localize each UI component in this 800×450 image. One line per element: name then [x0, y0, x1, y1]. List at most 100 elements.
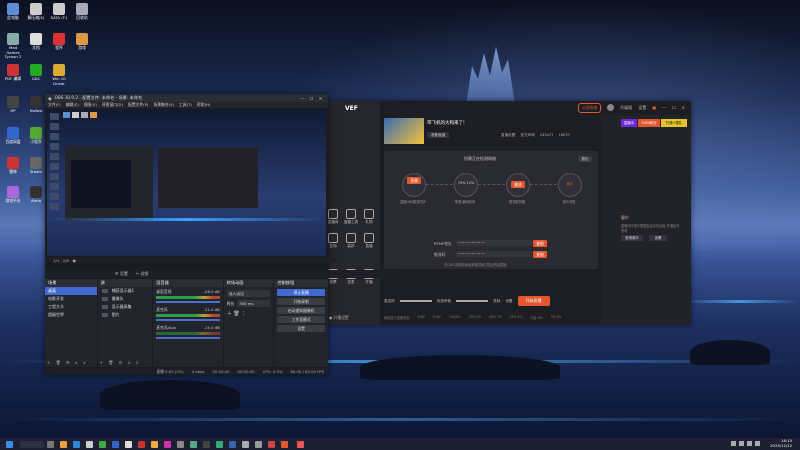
volume-slider[interactable] — [156, 319, 220, 321]
app-icon[interactable] — [297, 440, 304, 448]
upgrade-link[interactable]: 升级版 — [620, 105, 632, 111]
invite-button[interactable]: 邀请观众 — [621, 235, 643, 241]
obs-taskbar-icon[interactable] — [203, 440, 210, 448]
app-icon[interactable] — [216, 440, 223, 448]
task-view-icon[interactable] — [47, 440, 54, 448]
stop-streaming-button[interactable]: 停止直播 — [277, 289, 325, 296]
desktop-icon[interactable]: 小程序 — [25, 127, 47, 145]
minimize-icon[interactable]: — — [298, 96, 307, 101]
taskbar-search[interactable] — [20, 440, 44, 448]
desktop-icon[interactable]: GDC — [25, 64, 47, 82]
scene-item[interactable]: 超级世界 — [45, 311, 97, 319]
clock[interactable]: 18:15 2025/12/12 — [770, 438, 792, 448]
avatar[interactable] — [607, 104, 615, 111]
desktop-icon[interactable]: Mad Games Tycoon 2 — [2, 33, 24, 60]
desktop-icon[interactable]: 游戏 — [71, 33, 93, 51]
transition-add-icon[interactable]: ＋ 🗑 ⋮ — [227, 310, 271, 317]
mic-slider[interactable] — [399, 300, 432, 302]
close-icon[interactable]: ✕ — [316, 96, 325, 101]
app-icon[interactable] — [112, 440, 119, 448]
start-live-button[interactable]: 开始直播 — [517, 296, 550, 306]
stream-title[interactable]: 带飞机的大和来了! — [427, 120, 465, 126]
file-explorer-icon[interactable] — [60, 440, 67, 448]
settings-control[interactable]: 设置 — [505, 299, 512, 304]
app-icon[interactable] — [268, 440, 275, 448]
mic-control[interactable]: 麦克风 — [384, 299, 395, 304]
rtmp-input[interactable]: •••••••••••• — [456, 240, 532, 246]
menu-profile[interactable]: 配置文件(P) — [128, 102, 148, 108]
sidebar-footer[interactable]: ● 开播设置 — [329, 315, 349, 321]
stream-cover[interactable] — [384, 118, 424, 144]
maximize-icon[interactable]: ☐ — [672, 105, 676, 110]
properties-tab[interactable]: ⚙ 设置 — [115, 271, 128, 277]
sidebar-tool[interactable]: 礼物 — [359, 209, 379, 225]
app-icon[interactable] — [242, 440, 249, 448]
desktop-icon[interactable]: PDF 编辑 — [2, 64, 24, 82]
system-audio-control[interactable]: 系统声音 — [437, 299, 451, 304]
app-icon[interactable] — [138, 440, 145, 448]
app-icon[interactable] — [164, 440, 171, 448]
source-toolbar[interactable]: + 🗑 ⚙ ∧ ∨ — [100, 360, 141, 365]
menu-edit[interactable]: 编辑(E) — [66, 102, 79, 108]
menu-scene-collection[interactable]: 场景集合(S) — [153, 102, 174, 108]
windows-start-icon[interactable] — [6, 440, 13, 448]
transition-select[interactable]: 淡入淡出 — [226, 290, 271, 297]
source-item[interactable]: 捕获显示器1 — [98, 287, 153, 295]
studio-mode-button[interactable]: 工作室模式 — [277, 316, 325, 323]
system-tray[interactable] — [731, 441, 760, 446]
minimize-icon[interactable]: — — [662, 105, 666, 110]
sidebar-tool[interactable]: 直播 — [359, 233, 379, 249]
source-item[interactable]: 摄像头 — [98, 295, 153, 303]
badge-points[interactable]: 7000积分 — [638, 119, 660, 127]
copy-rtmp-button[interactable]: 复制 — [533, 240, 547, 247]
system-audio-slider[interactable] — [456, 300, 489, 302]
scene-item[interactable]: 电影开发 — [45, 295, 97, 303]
sidebar-header[interactable]: ▾ — [326, 115, 378, 123]
desktop-icon[interactable]: Arma — [25, 186, 47, 204]
volume-slider[interactable] — [156, 337, 220, 339]
desktop-icon[interactable]: Steam — [25, 157, 47, 175]
sidebar-tool[interactable]: 直播工具 — [341, 209, 361, 225]
edge-icon[interactable] — [73, 440, 80, 448]
maximize-icon[interactable]: ☐ — [307, 96, 316, 101]
stream-key-input[interactable]: •••••••••••• — [456, 251, 532, 257]
settings-link[interactable]: 设置 — [638, 105, 646, 111]
sidebar-tool[interactable]: 装扮 — [341, 233, 361, 249]
scene-item[interactable]: 桌面 — [45, 287, 97, 295]
app-icon[interactable] — [190, 440, 197, 448]
duration-input[interactable]: 300 ms — [237, 300, 271, 307]
exit-chip[interactable]: 退出 — [578, 156, 592, 162]
app-icon[interactable] — [125, 440, 132, 448]
close-icon[interactable]: ✕ — [682, 105, 685, 110]
record-control[interactable]: 录制 — [493, 299, 500, 304]
app-icon[interactable] — [255, 440, 262, 448]
obs-preview[interactable] — [47, 110, 326, 256]
menu-tools[interactable]: 工具(T) — [179, 102, 192, 108]
desktop-icon[interactable]: SATA (F:) — [48, 3, 70, 21]
desktop-icon[interactable]: Hollow — [25, 96, 47, 114]
menu-file[interactable]: 文件(F) — [48, 102, 61, 108]
app-icon[interactable] — [281, 440, 288, 448]
audience-settings-button[interactable]: 设置 — [649, 235, 667, 241]
desktop-icon[interactable]: 回收站 — [71, 3, 93, 21]
desktop-icon[interactable]: 雷神 — [2, 157, 24, 175]
chrome-icon[interactable] — [151, 440, 158, 448]
desktop-icon[interactable]: 解压缩(E) — [25, 3, 47, 21]
settings-button[interactable]: 设置 — [277, 325, 325, 332]
app-icon[interactable] — [177, 440, 184, 448]
menu-docks[interactable]: 停靠窗口(D) — [102, 102, 123, 108]
app-icon[interactable] — [99, 440, 106, 448]
menu-help[interactable]: 帮助(H) — [197, 102, 210, 108]
desktop-icon[interactable]: 游戏平台 — [2, 186, 24, 204]
live-button[interactable]: 直播 — [407, 177, 421, 184]
app-icon[interactable] — [86, 440, 93, 448]
filters-tab[interactable]: ✂ 滤镜 — [136, 271, 149, 277]
menu-view[interactable]: 视图(V) — [84, 102, 97, 108]
virtual-camera-button[interactable]: 启动虚拟摄像机 — [277, 307, 325, 314]
beta-badge[interactable]: 公测系统 — [578, 102, 602, 113]
obs-titlebar[interactable]: ◉ OBS 30.0.2 - 配置文件: 未命名 - 场景: 未命名 — ☐ ✕ — [45, 94, 328, 102]
badge-live[interactable]: 直播中 — [621, 119, 637, 127]
copy-key-button[interactable]: 复制 — [533, 251, 547, 258]
notification-icon[interactable]: ■ — [652, 105, 656, 110]
scene-toolbar[interactable]: + 🗑 ⚙ ∧ ∨ — [47, 360, 88, 365]
